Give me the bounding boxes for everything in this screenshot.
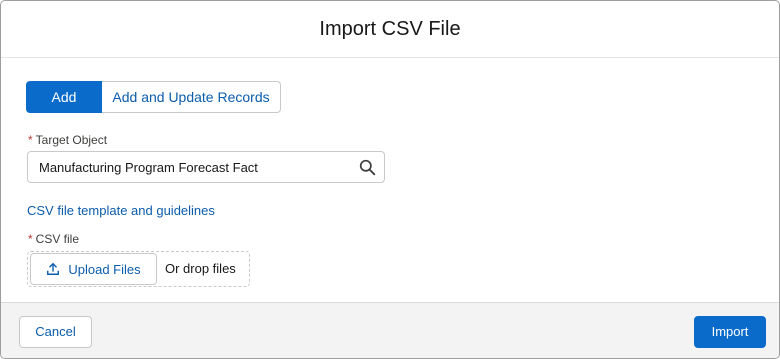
required-marker: *: [28, 133, 33, 147]
target-object-label-text: Target Object: [35, 133, 108, 147]
import-csv-modal: Import CSV File Add Records Add and Upda…: [0, 0, 780, 359]
import-button[interactable]: Import: [694, 316, 766, 348]
search-icon[interactable]: [359, 159, 376, 176]
upload-icon: [47, 262, 60, 275]
mode-toggle-group: Add Records Add and Update Records: [26, 81, 281, 135]
file-dropzone[interactable]: Upload Files Or drop files: [27, 251, 250, 287]
add-records-button[interactable]: Add Records: [26, 81, 102, 135]
upload-files-label: Upload Files: [68, 261, 141, 277]
required-marker: *: [28, 232, 33, 246]
add-and-update-records-button[interactable]: Add and Update Records: [102, 81, 281, 113]
modal-header: Import CSV File: [1, 1, 779, 58]
target-object-lookup: [27, 151, 385, 183]
upload-files-button[interactable]: Upload Files: [30, 253, 157, 285]
target-object-label: * Target Object: [28, 133, 107, 147]
modal-body: Add Records Add and Update Records * Targ…: [1, 58, 779, 302]
csv-file-label: * CSV file: [28, 232, 79, 246]
target-object-input[interactable]: [28, 152, 348, 182]
modal-title: Import CSV File: [319, 17, 461, 40]
csv-template-guidelines-link[interactable]: CSV file template and guidelines: [27, 203, 215, 218]
drop-files-text: Or drop files: [165, 261, 236, 276]
cancel-button[interactable]: Cancel: [19, 316, 92, 348]
modal-footer: Cancel Import: [1, 302, 779, 358]
csv-file-label-text: CSV file: [35, 232, 80, 246]
